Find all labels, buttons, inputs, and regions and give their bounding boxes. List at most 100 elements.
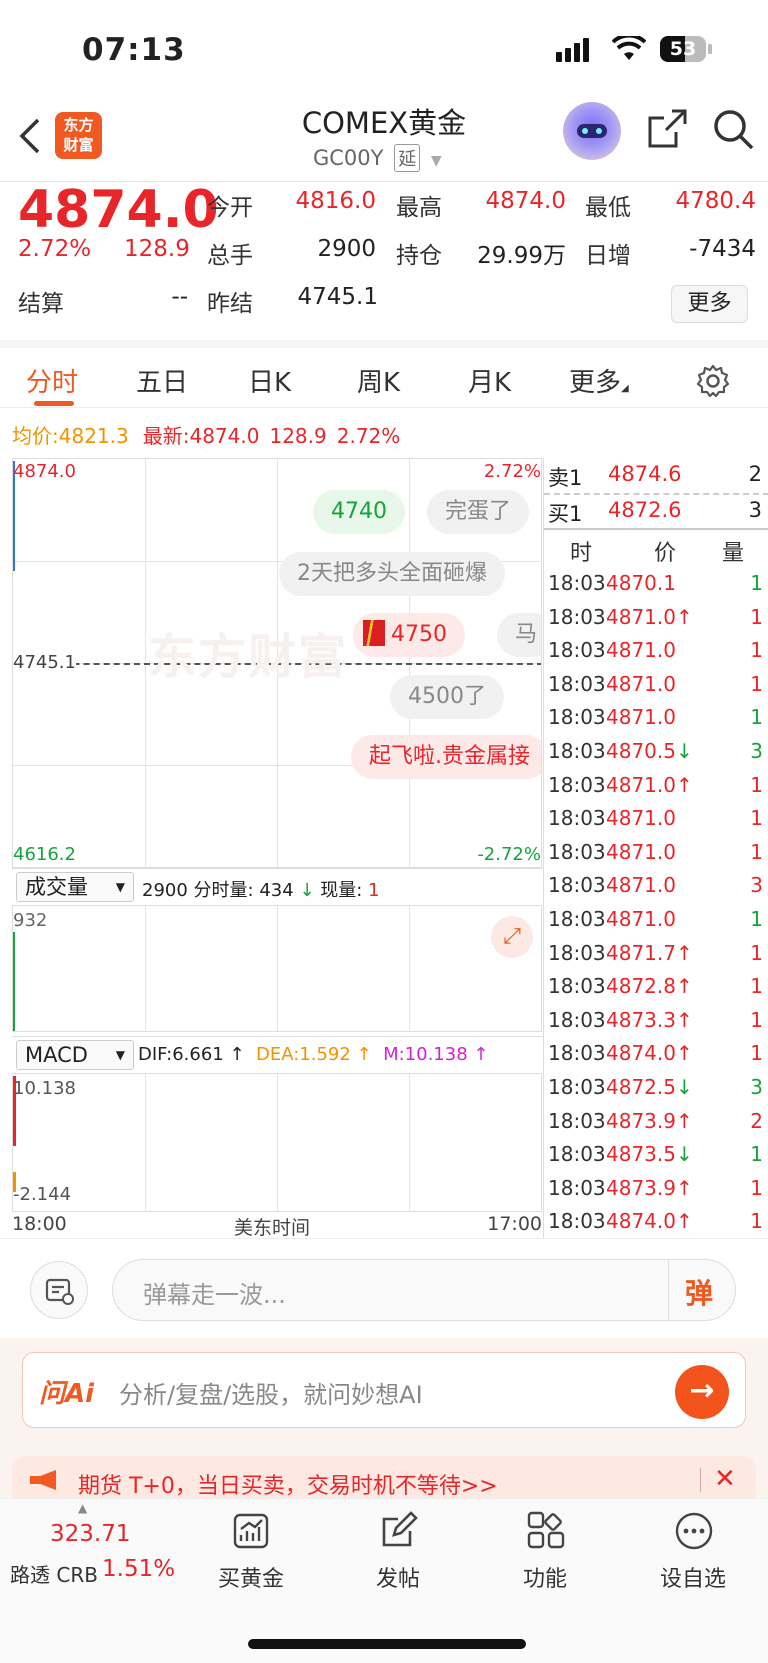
trade-qty: 1 <box>750 974 763 999</box>
trade-time: 18:03 <box>548 907 606 931</box>
trade-qty: 1 <box>750 806 763 831</box>
indicator-selector[interactable]: MACD ▼ <box>16 1040 134 1070</box>
trade-qty: 3 <box>750 1075 763 1099</box>
trade-price: 4871.0 <box>606 638 676 663</box>
change-pct: 2.72% <box>18 236 92 262</box>
trade-price: 4871.0 <box>606 907 676 931</box>
signal-icon <box>556 38 596 62</box>
trade-qty: 1 <box>750 1175 763 1200</box>
battery-icon: 53 <box>660 36 706 62</box>
danmu-input[interactable]: 弹幕走一波... 弹 <box>112 1259 736 1321</box>
volume-header: 成交量 ▼ 2900 分时量: 434 ↓ 现量: 1 <box>12 868 542 906</box>
trade-qty: 1 <box>750 705 763 730</box>
intraday-price-chart[interactable]: 东方财富 4874.0 2.72% 4745.1 4616.2 -2.72% 4… <box>12 458 542 868</box>
trade-price: 4871.0 <box>606 839 676 864</box>
megaphone-icon <box>30 1470 56 1490</box>
trade-row: 18:03 4871.0↑ 1 <box>544 768 768 801</box>
volume-selector[interactable]: 成交量 ▼ <box>16 872 134 902</box>
trade-qty: 1 <box>750 671 763 696</box>
trade-row: 18:03 4871.0 1 <box>544 667 768 700</box>
trade-qty: 1 <box>750 638 763 663</box>
active-tab-indicator <box>34 401 74 406</box>
macd-min: -2.144 <box>13 1184 72 1205</box>
tab-week-k[interactable]: 周K <box>357 362 400 399</box>
trade-row: 18:03 4870.1 1 <box>544 566 768 599</box>
trade-price: 4873.9↑ <box>606 1108 693 1133</box>
high-label: 最高 <box>396 195 442 221</box>
ai-search-input[interactable]: 问Ai 分析/复盘/选股，就问妙想AI → <box>22 1352 746 1428</box>
send-danmu-button[interactable]: 弹 <box>685 1272 713 1312</box>
orderbook: 卖1 4874.6 2 买1 4872.6 3 <box>543 458 768 528</box>
home-indicator <box>248 1639 526 1649</box>
trade-time: 18:03 <box>548 1075 606 1099</box>
trade-qty: 1 <box>750 1142 763 1167</box>
trade-price: 4871.0↑ <box>606 604 693 629</box>
trade-qty: 1 <box>750 839 763 864</box>
position-label: 持仓 <box>396 243 442 269</box>
tab-five-day[interactable]: 五日 <box>136 362 188 399</box>
trade-time: 18:03 <box>548 1209 606 1234</box>
chart-bottom-price: 4616.2 <box>13 844 76 865</box>
volume-chart[interactable]: 932 ⤢ <box>12 906 542 1032</box>
arrow-right-icon[interactable]: → <box>675 1365 729 1419</box>
trade-row: 18:03 4873.9↑ 1 <box>544 1171 768 1204</box>
contract-code[interactable]: GC00Y 延 ▼ <box>313 144 442 172</box>
danmu-settings-icon[interactable] <box>30 1261 88 1319</box>
tab-day-k[interactable]: 日K <box>248 362 291 399</box>
trade-qty: 1 <box>750 604 763 629</box>
expand-icon[interactable]: ⤢ <box>491 916 533 958</box>
trade-row: 18:03 4871.0 3 <box>544 868 768 901</box>
search-icon[interactable] <box>712 108 756 152</box>
trade-time: 18:03 <box>548 1142 606 1167</box>
trade-row: 18:03 4872.8↑ 1 <box>544 969 768 1002</box>
share-icon[interactable] <box>646 108 688 150</box>
trade-price: 4873.3↑ <box>606 1007 693 1032</box>
open-value: 4816.0 <box>295 188 376 214</box>
danmaku-bubble: 马 <box>497 613 541 657</box>
chart-top-pct: 2.72% <box>483 461 541 482</box>
trade-qty: 1 <box>750 940 763 965</box>
more-dots-icon <box>675 1512 713 1550</box>
status-bar: 07:13 53 <box>0 0 768 100</box>
last-price: 4874.0 <box>18 180 219 240</box>
tab-month-k[interactable]: 月K <box>468 362 511 399</box>
trade-price: 4871.0 <box>606 705 676 730</box>
trade-price: 4870.1 <box>606 571 676 595</box>
trade-time: 18:03 <box>548 638 606 663</box>
close-icon[interactable]: ✕ <box>714 1464 736 1494</box>
tab-more[interactable]: 更多◢ <box>569 362 629 399</box>
ai-robot-icon[interactable] <box>563 102 621 160</box>
macd-chart[interactable]: 10.138 -2.144 <box>12 1074 542 1212</box>
open-label: 今开 <box>207 195 253 221</box>
trade-row: 18:03 4871.0↑ 1 <box>544 600 768 633</box>
firecracker-icon <box>363 620 385 646</box>
danmu-bar: 弹幕走一波... 弹 <box>0 1238 768 1338</box>
macd-max: 10.138 <box>13 1078 76 1099</box>
trade-qty: 1 <box>750 1007 763 1032</box>
chevron-down-icon: ▼ <box>430 153 442 169</box>
settings-gear-icon[interactable] <box>696 364 730 398</box>
chart-bottom-pct: -2.72% <box>477 844 541 865</box>
settle-value: -- <box>171 284 188 310</box>
danmaku-bubble: 4750 <box>353 613 465 657</box>
price-summary-line: 均价:4821.3 最新:4874.0 128.9 2.72% <box>12 424 401 448</box>
trade-row: 18:03 4871.0 1 <box>544 801 768 834</box>
trade-row: 18:03 4871.0 1 <box>544 633 768 666</box>
trade-row: 18:03 4871.0 1 <box>544 835 768 868</box>
trade-qty: 3 <box>750 873 763 898</box>
prev-settle-value: 4745.1 <box>297 284 378 310</box>
low-value: 4780.4 <box>675 188 756 214</box>
more-button[interactable]: 更多 <box>671 285 748 323</box>
tab-intraday[interactable]: 分时 <box>26 362 78 399</box>
trade-time: 18:03 <box>548 705 606 730</box>
trade-row: 18:03 4872.5↓ 3 <box>544 1070 768 1103</box>
caret-up-icon: ▲ <box>78 1501 88 1515</box>
trade-row: 18:03 4871.7↑ 1 <box>544 936 768 969</box>
volume-value: 2900 <box>317 236 376 262</box>
trade-list[interactable]: 18:03 4870.1 1 18:03 4871.0↑ 1 18:03 4871.0 1 18:… <box>543 566 768 1238</box>
dropdown-arrow-icon: ▼ <box>115 880 125 894</box>
position-value: 29.99万 <box>477 243 566 269</box>
quote-panel: 4874.0 2.72% 128.9 今开 4816.0 最高 4874.0 最… <box>0 180 768 340</box>
trade-price: 4870.5↓ <box>606 739 693 763</box>
trade-price: 4871.0↑ <box>606 772 693 797</box>
